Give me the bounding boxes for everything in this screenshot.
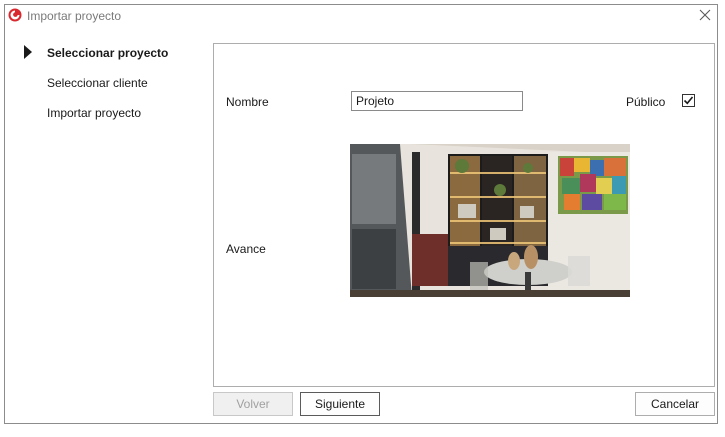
close-icon[interactable]	[697, 7, 713, 23]
checkmark-icon	[683, 96, 694, 105]
cancel-button[interactable]: Cancelar	[635, 392, 715, 416]
step-import-project: Importar proyecto	[47, 106, 142, 120]
back-button[interactable]: Volver	[213, 392, 293, 416]
project-preview-image	[350, 144, 630, 297]
window-title: Importar proyecto	[27, 9, 122, 23]
preview-label: Avance	[226, 242, 266, 256]
current-step-arrow-icon	[24, 45, 32, 59]
name-label: Nombre	[226, 95, 269, 109]
next-button[interactable]: Siguiente	[300, 392, 380, 416]
public-checkbox[interactable]	[682, 94, 695, 107]
room-render-image	[350, 144, 630, 297]
import-project-dialog: Importar proyecto Seleccionar proyecto S…	[4, 4, 718, 424]
step-select-project: Seleccionar proyecto	[47, 46, 169, 60]
public-label: Público	[626, 95, 666, 109]
app-logo-icon	[8, 8, 22, 22]
title-bar: Importar proyecto	[5, 5, 717, 27]
step-select-client: Seleccionar cliente	[47, 76, 148, 90]
project-form-panel: Nombre Público Avance	[213, 43, 715, 387]
name-input[interactable]	[351, 91, 523, 111]
